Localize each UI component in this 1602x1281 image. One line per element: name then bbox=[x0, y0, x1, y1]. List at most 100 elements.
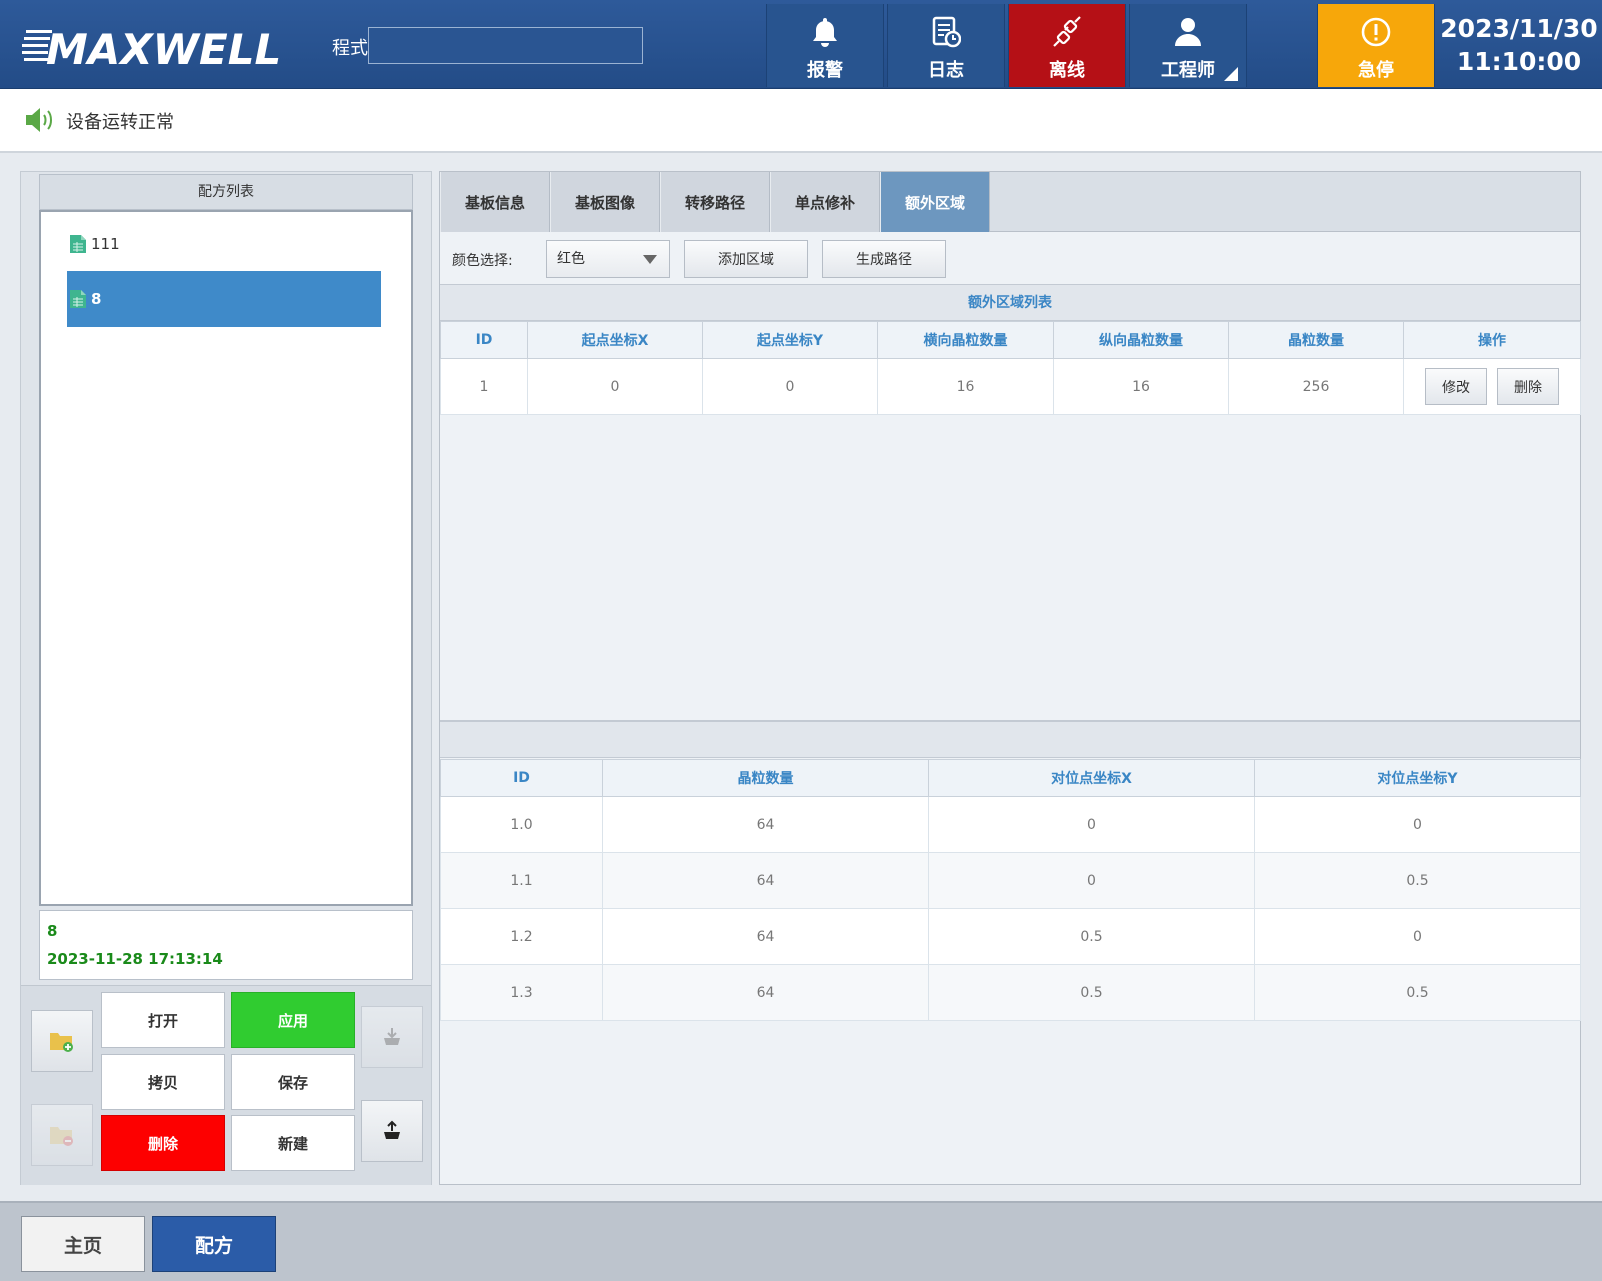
log-document-icon bbox=[931, 16, 961, 48]
color-select-label: 颜色选择: bbox=[452, 253, 513, 269]
recipe-file-icon bbox=[70, 290, 86, 308]
add-folder-button[interactable] bbox=[31, 1010, 93, 1072]
alert-circle-icon bbox=[1360, 16, 1392, 48]
import-button[interactable] bbox=[361, 1006, 423, 1068]
table-header-row: ID 晶粒数量 对位点坐标X 对位点坐标Y bbox=[440, 759, 1581, 797]
clock-date: 2023/11/30 bbox=[1440, 14, 1598, 43]
recipe-info-name: 8 bbox=[47, 922, 58, 940]
table-cell: 64 bbox=[602, 796, 929, 853]
table-cell: 0.5 bbox=[928, 908, 1255, 965]
column-header: 操作 bbox=[1403, 321, 1581, 359]
recipe-item-selected[interactable]: 8 bbox=[67, 271, 381, 327]
clock-time: 11:10:00 bbox=[1456, 47, 1582, 76]
bell-icon bbox=[811, 16, 839, 48]
table-cell: 64 bbox=[602, 908, 929, 965]
table-cell: 1.2 bbox=[440, 908, 603, 965]
table-cell-actions: 修改 删除 bbox=[1403, 358, 1581, 415]
add-folder-icon bbox=[50, 1033, 73, 1052]
color-select-value: 红色 bbox=[557, 251, 585, 267]
tab-substrate-image[interactable]: 基板图像 bbox=[550, 172, 660, 232]
table-cell: 0 bbox=[928, 796, 1255, 853]
table-cell: 0 bbox=[1254, 796, 1581, 853]
maxwell-logo: MAXWELL bbox=[22, 25, 281, 74]
table-cell: 16 bbox=[877, 358, 1054, 415]
table-cell: 16 bbox=[1053, 358, 1229, 415]
table-cell: 0 bbox=[527, 358, 703, 415]
add-area-button[interactable]: 添加区域 bbox=[684, 240, 808, 278]
column-header: 对位点坐标X bbox=[928, 759, 1255, 797]
table-row[interactable]: 1.0 64 0 0 bbox=[440, 796, 1581, 853]
new-button[interactable]: 新建 bbox=[231, 1115, 355, 1171]
copy-button[interactable]: 拷贝 bbox=[101, 1054, 225, 1110]
delete-button[interactable]: 删除 bbox=[101, 1115, 225, 1171]
table-divider bbox=[440, 720, 1580, 758]
offline-label: 离线 bbox=[1049, 60, 1085, 81]
table-cell: 1.3 bbox=[440, 964, 603, 1021]
log-label: 日志 bbox=[928, 60, 964, 81]
remove-folder-icon bbox=[50, 1127, 73, 1146]
table-cell: 256 bbox=[1228, 358, 1404, 415]
table-cell: 64 bbox=[602, 852, 929, 909]
tab-single-point-repair[interactable]: 单点修补 bbox=[770, 172, 880, 232]
table-cell: 0 bbox=[702, 358, 878, 415]
table-row[interactable]: 1.1 64 0 0.5 bbox=[440, 852, 1581, 909]
engineer-button[interactable]: 工程师 bbox=[1129, 4, 1247, 87]
recipe-editor: 基板信息 基板图像 转移路径 单点修补 额外区域 颜色选择: 红色 添加区域 生… bbox=[439, 171, 1581, 1185]
nav-recipe-button[interactable]: 配方 bbox=[152, 1216, 276, 1272]
export-button[interactable] bbox=[361, 1100, 423, 1162]
edit-row-button[interactable]: 修改 bbox=[1425, 368, 1487, 405]
recipe-panel: 配方列表 111 8 8 2023-11-28 17:13:14 打开 应用 拷… bbox=[20, 171, 432, 1185]
table-cell: 1 bbox=[440, 358, 528, 415]
program-label: 程式 bbox=[332, 38, 368, 59]
emergency-stop-button[interactable]: 急停 bbox=[1317, 4, 1435, 87]
area-table: ID 起点坐标X 起点坐标Y 横向晶粒数量 纵向晶粒数量 晶粒数量 操作 1 0… bbox=[440, 321, 1581, 415]
offline-button[interactable]: 离线 bbox=[1008, 4, 1126, 87]
table-cell: 0.5 bbox=[1254, 964, 1581, 1021]
column-header: ID bbox=[440, 321, 528, 359]
column-header: 对位点坐标Y bbox=[1254, 759, 1581, 797]
remove-folder-button[interactable] bbox=[31, 1104, 93, 1166]
tab-extra-area[interactable]: 额外区域 bbox=[880, 172, 990, 232]
table-row[interactable]: 1 0 0 16 16 256 修改 删除 bbox=[440, 358, 1581, 415]
estop-label: 急停 bbox=[1358, 60, 1394, 81]
area-toolbar: 颜色选择: 红色 添加区域 生成路径 bbox=[440, 232, 1580, 288]
delete-row-button[interactable]: 删除 bbox=[1497, 368, 1559, 405]
nav-home-button[interactable]: 主页 bbox=[21, 1216, 145, 1272]
recipe-item[interactable]: 111 bbox=[67, 216, 381, 272]
status-text: 设备运转正常 bbox=[66, 112, 174, 133]
table-cell: 0 bbox=[1254, 908, 1581, 965]
program-input[interactable] bbox=[368, 27, 643, 64]
generate-path-button[interactable]: 生成路径 bbox=[822, 240, 946, 278]
log-button[interactable]: 日志 bbox=[887, 4, 1005, 87]
apply-button[interactable]: 应用 bbox=[231, 992, 355, 1048]
import-icon bbox=[384, 1028, 400, 1045]
plug-disconnect-icon bbox=[1051, 16, 1083, 48]
recipe-info-timestamp: 2023-11-28 17:13:14 bbox=[47, 950, 223, 968]
table-row[interactable]: 1.2 64 0.5 0 bbox=[440, 908, 1581, 965]
table-cell: 64 bbox=[602, 964, 929, 1021]
speaker-icon bbox=[26, 108, 52, 132]
table-cell: 1.1 bbox=[440, 852, 603, 909]
recipe-item-label: 111 bbox=[91, 235, 120, 253]
open-button[interactable]: 打开 bbox=[101, 992, 225, 1048]
color-select[interactable]: 红色 bbox=[546, 240, 670, 278]
column-header: 起点坐标Y bbox=[702, 321, 878, 359]
alarm-label: 报警 bbox=[807, 60, 843, 81]
column-header: ID bbox=[440, 759, 603, 797]
svg-text:MAXWELL: MAXWELL bbox=[46, 25, 281, 74]
recipe-list[interactable]: 111 8 bbox=[39, 210, 413, 906]
column-header: 起点坐标X bbox=[527, 321, 703, 359]
table-cell: 0.5 bbox=[1254, 852, 1581, 909]
tab-transfer-path[interactable]: 转移路径 bbox=[660, 172, 770, 232]
chevron-down-icon bbox=[643, 255, 657, 264]
area-table-title: 额外区域列表 bbox=[440, 284, 1580, 321]
table-row[interactable]: 1.3 64 0.5 0.5 bbox=[440, 964, 1581, 1021]
tab-substrate-info[interactable]: 基板信息 bbox=[440, 172, 550, 232]
save-button[interactable]: 保存 bbox=[231, 1054, 355, 1110]
column-header: 横向晶粒数量 bbox=[877, 321, 1054, 359]
bottom-navigation: 主页 配方 bbox=[0, 1201, 1602, 1281]
table-cell: 1.0 bbox=[440, 796, 603, 853]
recipe-list-title: 配方列表 bbox=[39, 174, 413, 210]
alarm-button[interactable]: 报警 bbox=[766, 4, 884, 87]
tab-bar: 基板信息 基板图像 转移路径 单点修补 额外区域 bbox=[440, 172, 1580, 232]
